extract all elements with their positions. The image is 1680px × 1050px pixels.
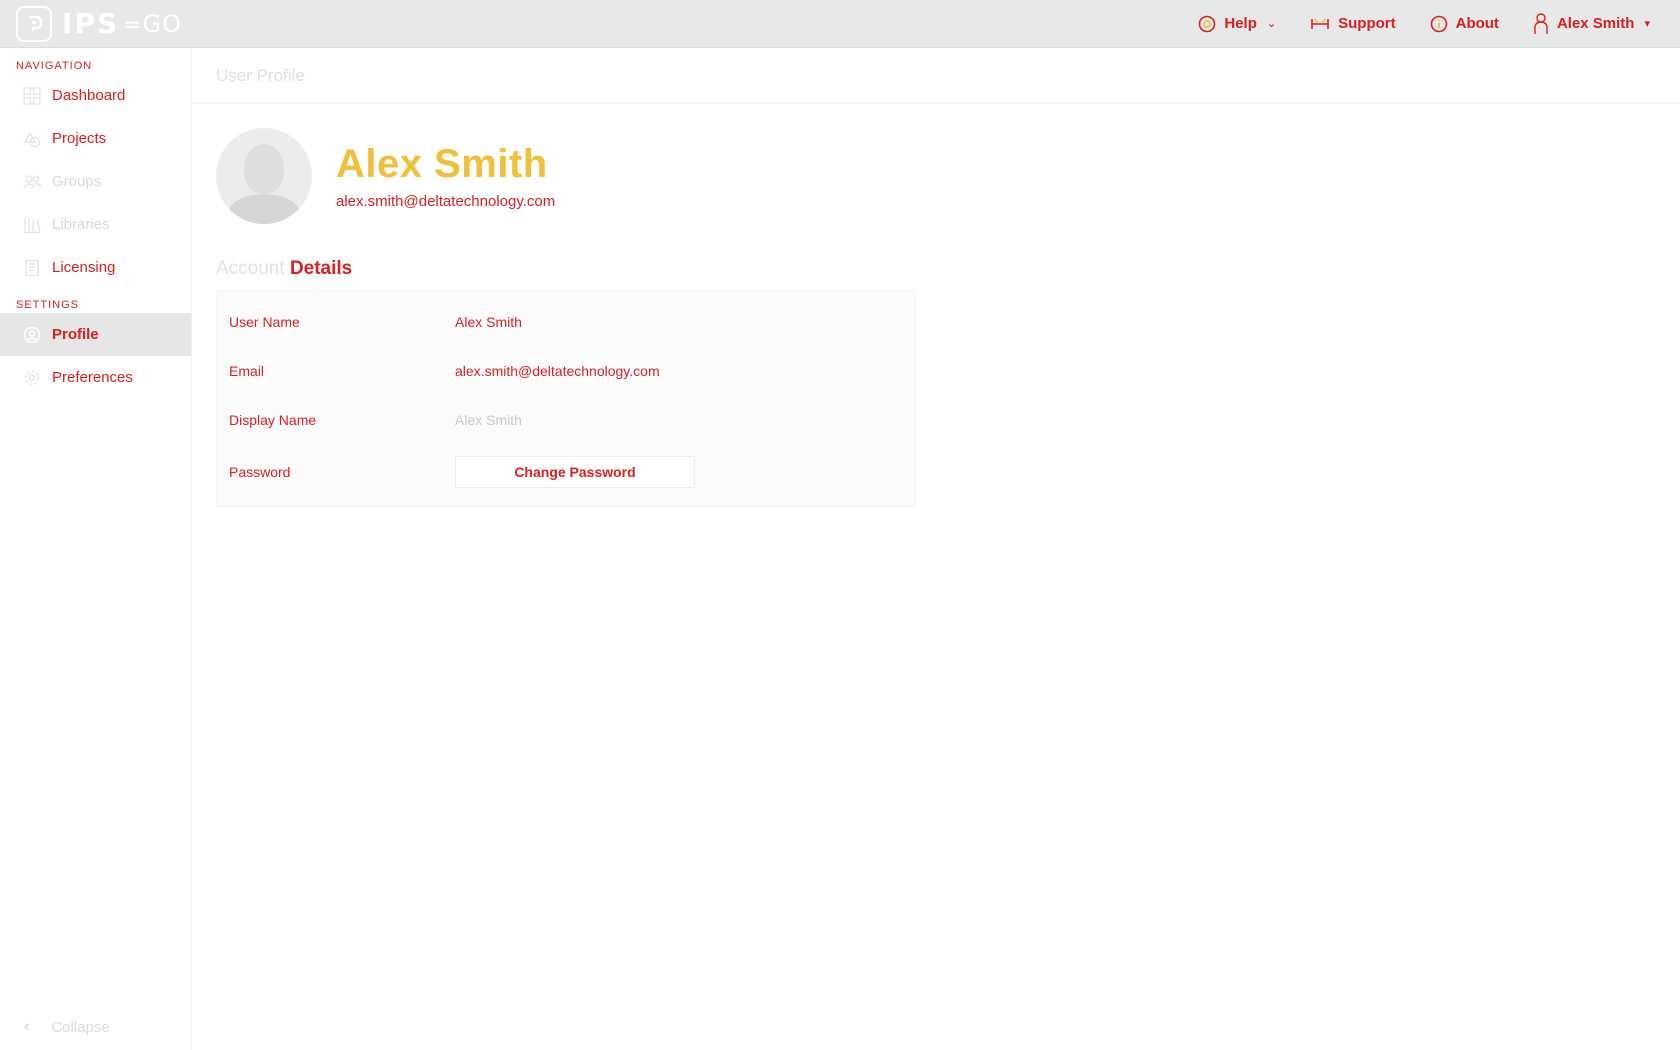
info-icon [1430,15,1447,32]
chevron-left-icon: ‹ [24,1018,30,1035]
user-menu[interactable]: Alex Smith ▾ [1533,0,1650,48]
account-details-title: Account Details [216,258,1680,280]
detail-value: Alex Smith [455,313,522,330]
nav-section-title: Navigation [16,60,93,72]
detail-key: User Name [229,313,300,330]
settings-section-title: Settings [16,299,80,311]
top-bar: IPS =GO Help ⌄ Support About Alex Smith … [0,0,1680,48]
support-label: Support [1338,15,1396,32]
top-nav: Help ⌄ Support About Alex Smith ▾ [1164,0,1650,48]
support-link[interactable]: Support [1310,0,1396,48]
collapse-label: Collapse [51,1018,110,1036]
detail-row-password: Password Change Password [217,444,915,500]
license-icon [22,258,42,278]
sidebar-item-label: Groups [52,173,102,190]
change-password-button[interactable]: Change Password [455,456,695,488]
profile-text: Alex Smith alex.smith@deltatechnology.co… [336,142,555,210]
profile-name: Alex Smith [336,142,548,186]
sidebar-item-label: Projects [52,130,107,147]
avatar-head-shape [244,144,284,194]
sidebar-item-label: Libraries [52,216,110,233]
avatar-body-shape [228,194,300,224]
main-content: User Profile Alex Smith alex.smith@delta… [192,48,1680,1050]
user-icon [1534,12,1548,34]
sidebar-item-profile[interactable]: Profile [0,313,191,356]
sidebar-item-label: Preferences [52,369,133,386]
about-label: About [1455,15,1499,32]
page-title: User Profile [192,48,1680,104]
avatar [216,128,312,224]
sidebar-item-groups[interactable]: Groups [0,160,191,203]
about-link[interactable]: About [1430,0,1499,48]
profile-email: alex.smith@deltatechnology.com [336,193,556,210]
detail-row-display-name: Display Name Alex Smith [217,395,915,444]
library-icon [22,215,42,235]
logo-sub-text: =GO [123,9,183,38]
collapse-button[interactable]: ‹ Collapse [0,1012,192,1042]
account-title-part-b: Details [289,258,353,279]
detail-value: Alex Smith [455,411,522,428]
logo-text: IPS [62,7,120,40]
user-label: Alex Smith [1556,15,1635,32]
detail-row-username: User Name Alex Smith [217,297,915,346]
sidebar-item-label: Profile [52,326,99,343]
detail-key: Password [229,464,291,480]
sidebar-item-licensing[interactable]: Licensing [0,246,191,289]
user-circle-icon [22,325,42,345]
shapes-icon [22,129,42,149]
sidebar-item-label: Licensing [52,259,116,276]
detail-key: Display Name [229,411,317,428]
grid-icon [22,86,42,106]
sidebar-item-dashboard[interactable]: Dashboard [0,74,191,117]
detail-value: alex.smith@deltatechnology.com [455,362,660,379]
support-icon [1311,18,1329,29]
sidebar-item-projects[interactable]: Projects [0,117,191,160]
help-menu[interactable]: Help ⌄ [1198,0,1276,48]
users-icon [22,172,42,192]
sidebar-item-label: Dashboard [52,87,126,104]
profile-header: Alex Smith alex.smith@deltatechnology.co… [216,128,1680,224]
sidebar-item-libraries[interactable]: Libraries [0,203,191,246]
logo-mark-icon [16,5,52,42]
app-logo[interactable]: IPS =GO [16,0,182,48]
sidebar: Navigation Dashboard Projects Groups Lib… [0,48,192,1050]
chevron-down-icon: ⌄ [1266,18,1277,30]
help-label: Help [1224,15,1257,32]
detail-key: Email [229,362,265,379]
logo-sub-label: GO [142,9,183,38]
detail-row-email: Email alex.smith@deltatechnology.com [217,346,915,395]
help-icon [1199,15,1216,32]
chevron-down-icon: ▾ [1644,18,1650,30]
sidebar-item-preferences[interactable]: Preferences [0,356,191,399]
account-title-part-a: Account [216,258,285,279]
gear-icon [22,368,42,388]
account-details-table: User Name Alex Smith Email alex.smith@de… [216,290,916,507]
